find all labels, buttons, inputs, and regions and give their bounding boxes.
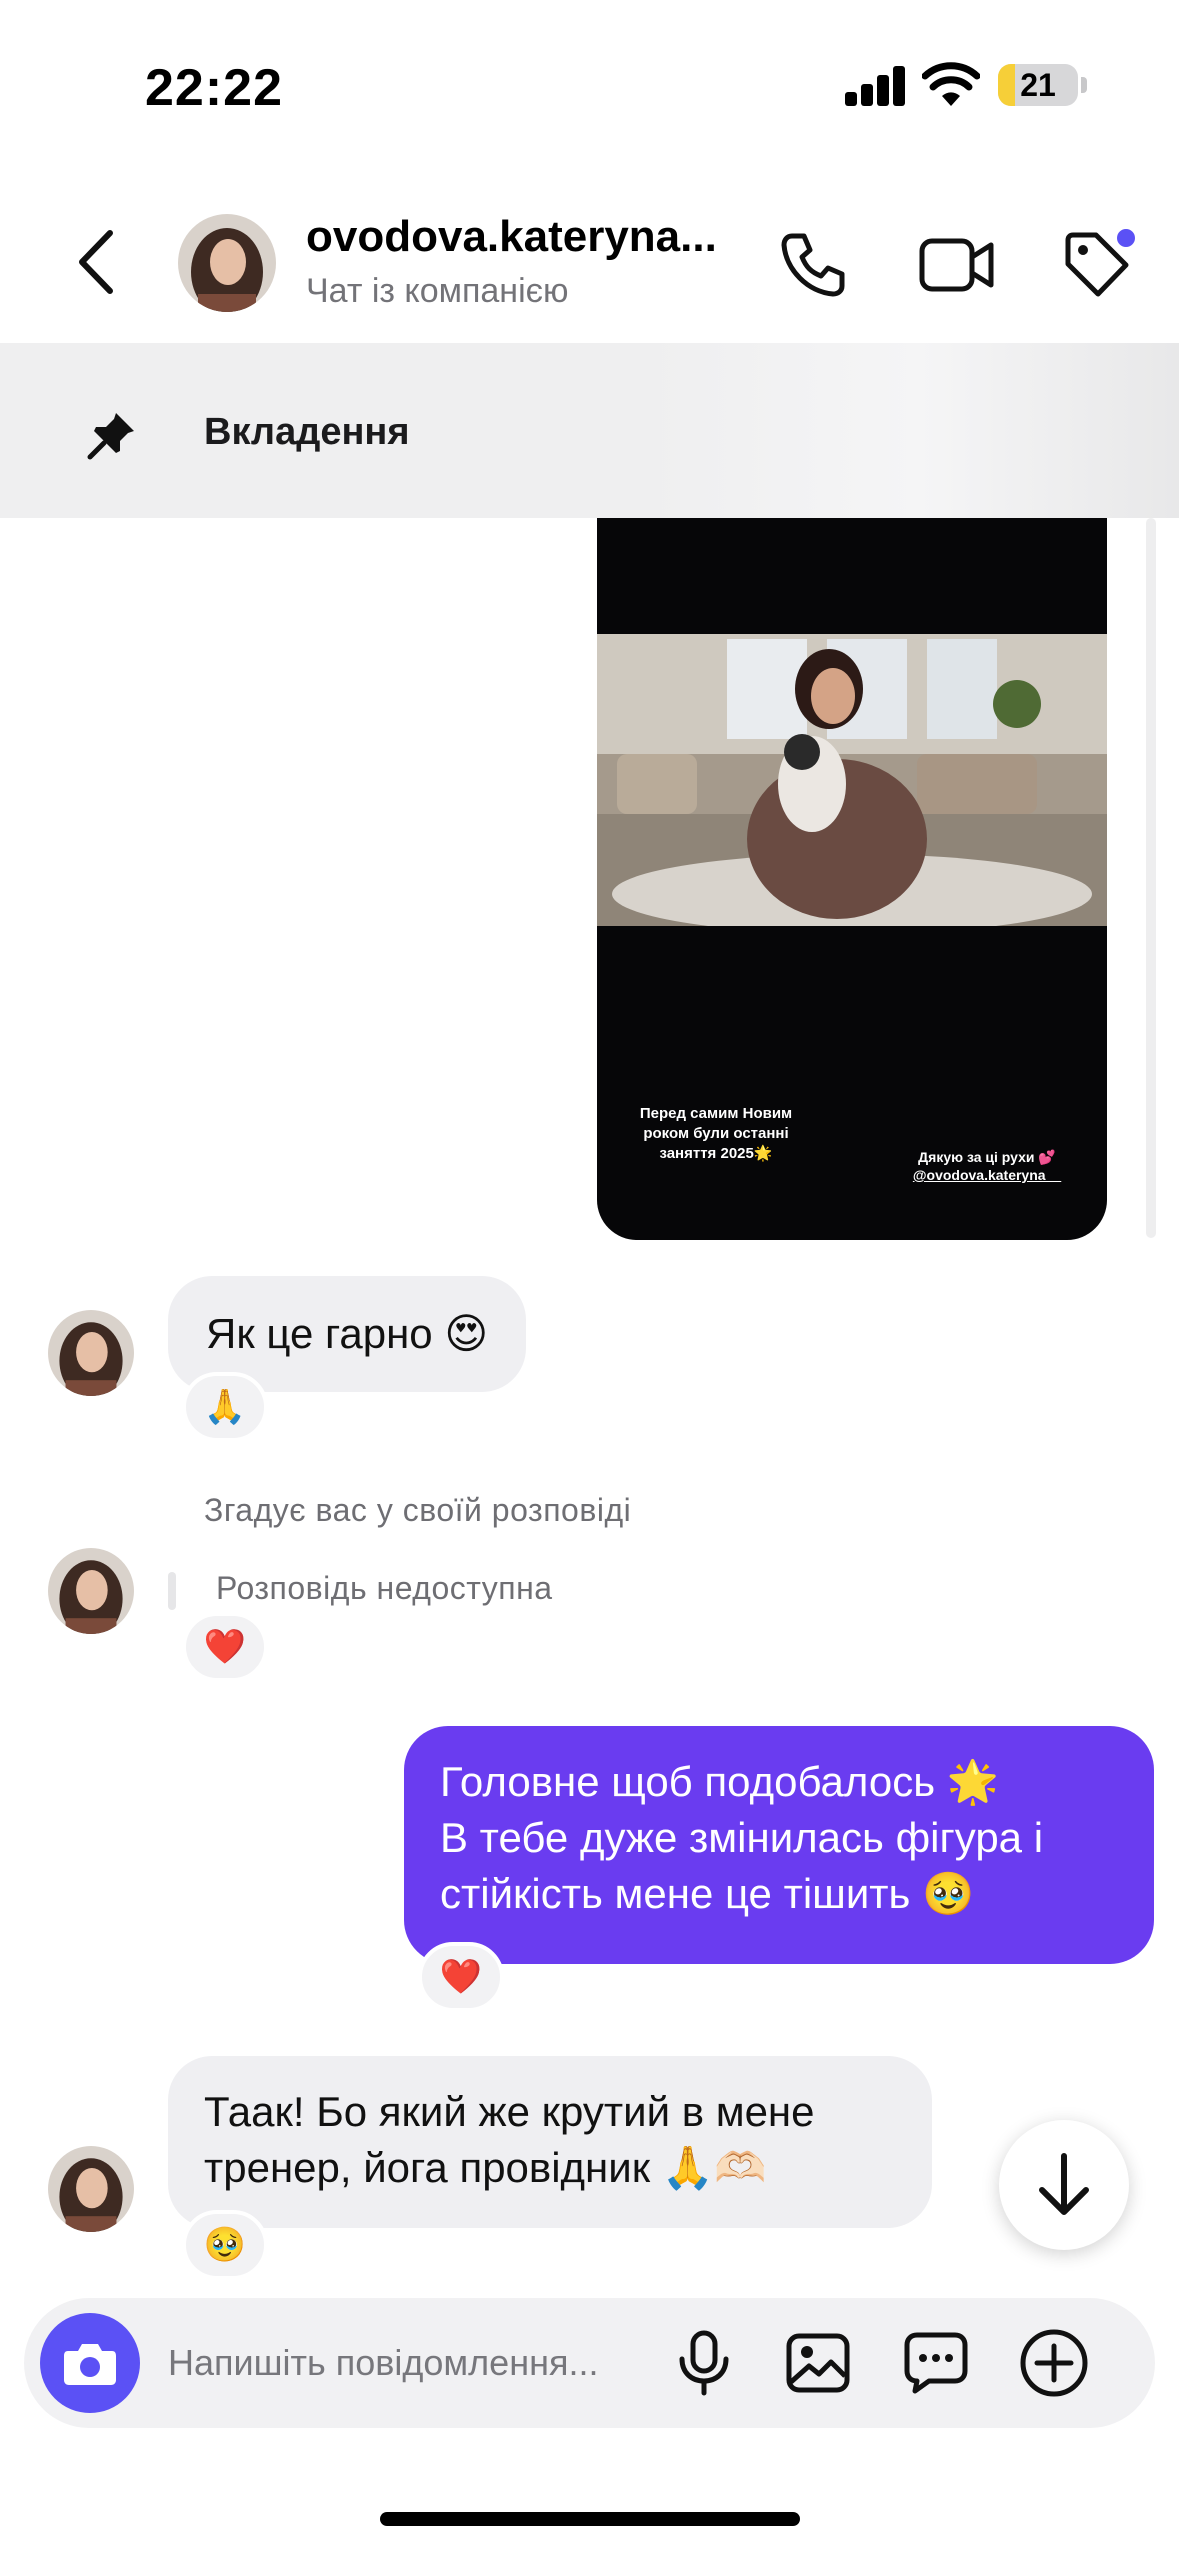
message-line: В тебе дуже змінилась фігура і: [440, 1814, 1044, 1861]
story-caption-right: Дякую за ці рухи 💕 @ovodova.kateryna__: [892, 1148, 1082, 1184]
story-mention-note: Згадує вас у своїй розповіді: [204, 1492, 632, 1528]
sender-avatar[interactable]: [48, 1548, 134, 1634]
more-options-button[interactable]: [1014, 2323, 1094, 2403]
avatar-image: [48, 1310, 134, 1396]
contact-name[interactable]: ovodova.kateryna...: [306, 212, 746, 262]
chat-header: ovodova.kateryna... Чат із компанією: [0, 190, 1179, 340]
microphone-icon: [679, 2330, 729, 2396]
scrollbar[interactable]: [1146, 518, 1156, 1238]
story-unavailable-text: Розповідь недоступна: [216, 1570, 553, 1606]
pin-icon: [66, 389, 158, 481]
home-indicator[interactable]: [380, 2512, 800, 2526]
video-icon: [919, 238, 994, 292]
image-icon: [786, 2333, 850, 2393]
message-line: Таак! Бо який же крутий в мене: [204, 2088, 815, 2135]
message-line: стійкість мене це тішить 🥹: [440, 1870, 975, 1917]
back-chevron-icon: [79, 230, 113, 294]
phone-icon: [781, 233, 845, 297]
sender-avatar[interactable]: [48, 1310, 134, 1396]
status-bar: 22:22 21: [0, 0, 1179, 170]
battery-icon: 21: [998, 64, 1078, 106]
plus-icon: [1020, 2329, 1088, 2397]
message-reaction[interactable]: 🙏: [182, 1372, 268, 1442]
scroll-to-bottom-button[interactable]: [999, 2120, 1129, 2250]
story-photo: [597, 634, 1107, 926]
story-preview[interactable]: Перед самим Новим роком були останні зан…: [597, 518, 1107, 1240]
status-time: 22:22: [145, 59, 283, 117]
sticker-button[interactable]: [896, 2323, 976, 2403]
wifi-icon: [922, 62, 980, 106]
video-call-button[interactable]: [912, 220, 1002, 310]
sticker-icon: [904, 2332, 968, 2394]
sender-avatar[interactable]: [48, 2146, 134, 2232]
message-reaction[interactable]: ❤️: [418, 1942, 504, 2012]
back-button[interactable]: [66, 220, 126, 304]
avatar-image: [178, 214, 276, 312]
story-caption-left: Перед самим Новим роком були останні зан…: [639, 1105, 793, 1162]
voice-message-button[interactable]: [664, 2323, 744, 2403]
avatar-image: [48, 1548, 134, 1634]
contact-avatar[interactable]: [178, 214, 276, 312]
gallery-button[interactable]: [778, 2323, 858, 2403]
message-composer: [24, 2298, 1155, 2428]
call-button[interactable]: [768, 220, 858, 310]
camera-icon: [64, 2344, 116, 2385]
message-input[interactable]: [168, 2336, 688, 2390]
story-reply-bar: [168, 1572, 176, 1610]
incoming-message[interactable]: Таак! Бо який же крутий в мене тренер, й…: [168, 2056, 932, 2228]
camera-button[interactable]: [40, 2313, 140, 2413]
message-reaction[interactable]: ❤️: [182, 1612, 268, 1682]
arrow-down-icon: [1039, 2153, 1089, 2215]
message-reaction[interactable]: 🥹: [182, 2210, 268, 2280]
avatar-image: [48, 2146, 134, 2232]
chat-type-label: Чат із компанією: [306, 272, 569, 310]
message-line: тренер, йога провідник 🙏🫶🏻: [204, 2144, 767, 2191]
message-text: Як це гарно 😍: [206, 1310, 489, 1357]
story-caption-handle: @ovodova.kateryna__: [912, 1167, 1062, 1183]
pinned-bar[interactable]: Вкладення: [0, 343, 1179, 518]
notification-dot: [1114, 226, 1138, 250]
battery-level: 21: [1020, 67, 1056, 103]
battery-tip: [1081, 77, 1087, 93]
pinned-label: Вкладення: [204, 411, 410, 453]
story-caption-thanks: Дякую за ці рухи 💕: [918, 1149, 1056, 1165]
cellular-signal-icon: [845, 64, 907, 106]
outgoing-message[interactable]: Головне щоб подобалось 🌟 В тебе дуже змі…: [404, 1726, 1154, 1964]
message-line: Головне щоб подобалось 🌟: [440, 1758, 1000, 1805]
